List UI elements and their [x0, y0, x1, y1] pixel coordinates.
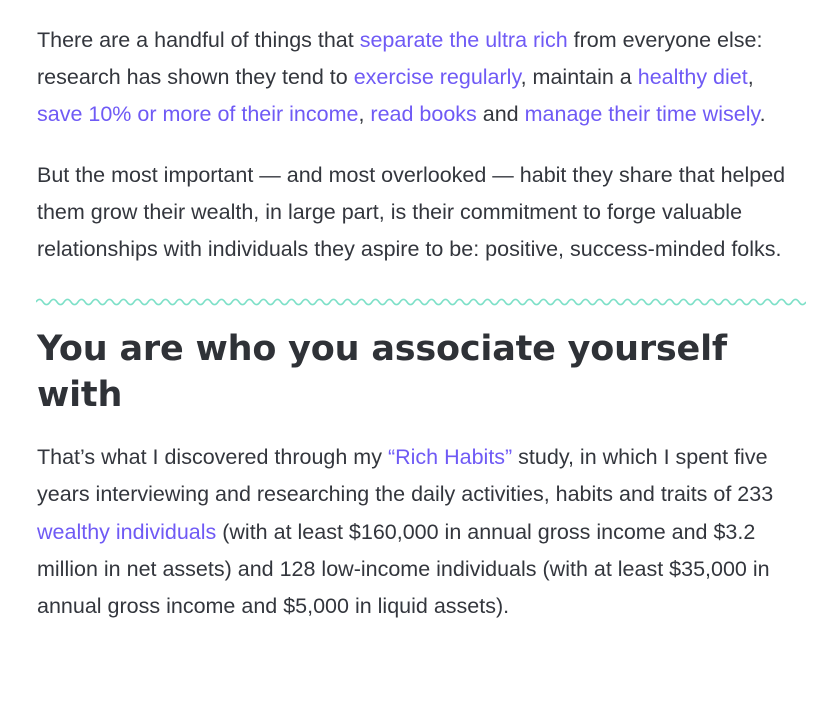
paragraph-most-important: But the most important — and most overlo… [37, 162, 786, 262]
text: , [358, 102, 371, 127]
text: , [747, 65, 754, 90]
wavy-divider [36, 293, 806, 311]
text: There are a handful of things that [37, 28, 360, 52]
text: , maintain a [520, 65, 638, 90]
link-exercise-regularly[interactable]: exercise regularly [354, 65, 521, 89]
wavy-divider-line [36, 298, 806, 306]
paragraph-rich-habits: That’s what I discovered through my “Ric… [37, 439, 800, 625]
article-body: There are a handful of things that separ… [0, 0, 830, 721]
paragraph-intro: There are a handful of things that separ… [37, 22, 800, 134]
link-rich-habits[interactable]: “Rich Habits” [388, 445, 512, 469]
link-save-income[interactable]: save 10% or more of their income [37, 102, 358, 126]
link-healthy-diet[interactable]: healthy diet [638, 65, 748, 89]
link-read-books[interactable]: read books [370, 102, 476, 126]
link-manage-time[interactable]: manage their time wisely [525, 102, 760, 126]
section-heading: You are who you associate yourself with [37, 329, 727, 416]
text: That’s what I discovered through my [37, 445, 388, 470]
text: . [759, 102, 766, 127]
text: and [476, 102, 525, 127]
link-wealthy-individuals[interactable]: wealthy individuals [37, 520, 216, 544]
wave-path [36, 298, 806, 306]
link-separate-ultra-rich[interactable]: separate the ultra rich [360, 28, 568, 52]
